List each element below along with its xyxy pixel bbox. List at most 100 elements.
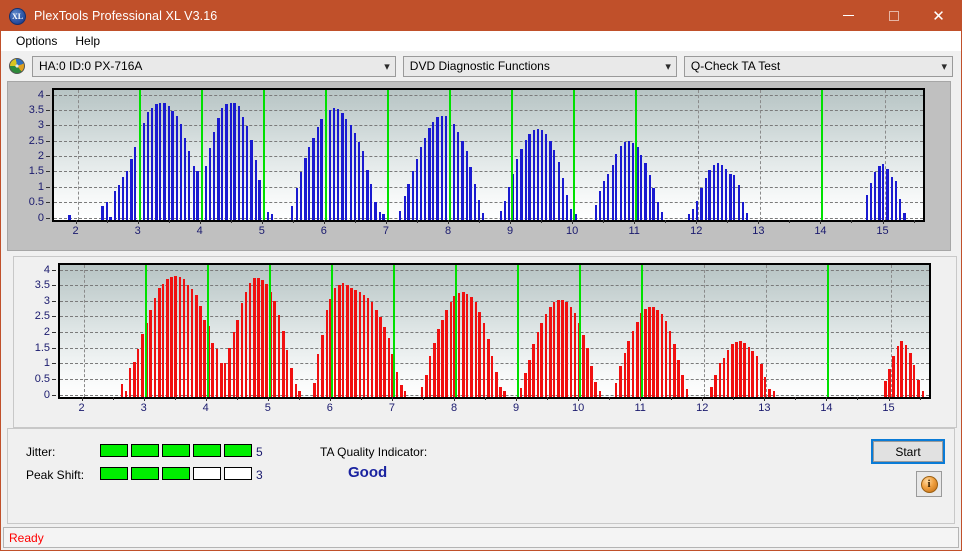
- chart-bar: [155, 103, 158, 220]
- chart-bar: [490, 355, 494, 397]
- chart-bar: [217, 117, 220, 220]
- chart-bar: [917, 379, 920, 397]
- chart-bar: [557, 162, 560, 220]
- function-select[interactable]: DVD Diagnostic Functions ▾: [402, 55, 677, 77]
- chart-bar: [180, 123, 183, 220]
- chart-bar: [382, 213, 385, 220]
- chart-bar: [507, 186, 511, 220]
- x-tick-minor: [789, 220, 791, 223]
- chart-bar: [631, 331, 635, 397]
- x-tick-label: 15: [876, 225, 889, 237]
- chart-bar: [341, 113, 344, 220]
- start-button[interactable]: Start: [871, 439, 945, 464]
- chart-bar: [136, 349, 140, 397]
- test-select[interactable]: Q-Check TA Test ▾: [683, 55, 953, 77]
- chart-bar: [681, 375, 684, 397]
- marker-line: [517, 265, 520, 397]
- chart-bar: [403, 196, 406, 220]
- chart-bar: [524, 140, 527, 220]
- chart-bar: [221, 108, 224, 220]
- chart-bar: [399, 210, 402, 220]
- x-tick-label: 9: [513, 402, 520, 414]
- x-tick-minor: [236, 397, 238, 400]
- chart-bar: [747, 347, 751, 397]
- marker-line: [821, 90, 824, 220]
- chart-bar: [729, 173, 732, 220]
- drive-select[interactable]: HA:0 ID:0 PX-716A ▾: [32, 55, 396, 77]
- chart-bar: [557, 300, 560, 397]
- chart-bar: [623, 142, 627, 220]
- y-tick-label: 1.5: [28, 165, 44, 178]
- chart-bar: [619, 365, 622, 397]
- x-tick: [634, 220, 636, 224]
- chart-bar: [195, 294, 198, 397]
- x-tick: [385, 220, 387, 224]
- marker-line: [206, 265, 209, 397]
- minimize-button[interactable]: [826, 1, 871, 31]
- chart-bar: [503, 200, 506, 220]
- x-tick-label: 6: [320, 225, 327, 237]
- chart-bar: [735, 342, 738, 397]
- chart-bar: [586, 348, 589, 397]
- chart-bar: [660, 314, 664, 397]
- chart-bar: [878, 165, 881, 220]
- chart-bar: [338, 284, 341, 397]
- meter-segment: [162, 444, 190, 457]
- menu-item-options[interactable]: Options: [7, 32, 66, 50]
- chart-bar: [223, 362, 227, 397]
- x-tick-label: 6: [326, 402, 333, 414]
- chart-bar: [242, 116, 245, 220]
- x-tick-label: 8: [444, 225, 452, 237]
- chart-bar: [921, 390, 925, 397]
- test-select-value: Q-Check TA Test: [690, 59, 781, 73]
- chart-bar: [257, 277, 260, 397]
- x-tick: [391, 397, 393, 401]
- x-tick-label: 9: [507, 225, 514, 237]
- chart-bar: [528, 133, 531, 220]
- x-tick-label: 7: [388, 402, 395, 414]
- x-tick-label: 4: [196, 225, 203, 237]
- x-tick-label: 2: [72, 225, 79, 237]
- chart-bar: [487, 338, 490, 397]
- x-tick-minor: [416, 220, 418, 223]
- chart-bar: [294, 383, 298, 397]
- x-tick-label: 5: [258, 225, 265, 237]
- plot-area-upper: [52, 88, 925, 222]
- x-tick-minor: [479, 220, 481, 223]
- chart-bar: [714, 375, 717, 397]
- chevron-down-icon: ▾: [665, 59, 671, 73]
- x-tick-minor: [168, 220, 170, 223]
- chart-bar: [248, 282, 252, 397]
- x-tick: [261, 220, 263, 224]
- y-tick: [46, 171, 50, 173]
- y-tick: [46, 186, 50, 188]
- chart-bar: [590, 365, 593, 397]
- chart-bar: [383, 327, 386, 397]
- chart-bar: [445, 310, 448, 397]
- peak-shift-meter: [100, 467, 252, 480]
- y-tick: [46, 202, 50, 204]
- meter-segment: [131, 467, 159, 480]
- chart-bar: [178, 276, 182, 397]
- chart-bar: [874, 172, 877, 220]
- maximize-button[interactable]: [871, 1, 916, 31]
- menu-item-help[interactable]: Help: [66, 32, 109, 50]
- x-tick-label: 10: [566, 225, 579, 237]
- chart-bar: [182, 279, 186, 397]
- chart-bar: [882, 163, 885, 220]
- chart-bar: [722, 357, 726, 397]
- chart-bar: [465, 294, 469, 397]
- x-tick: [199, 220, 201, 224]
- chart-bar: [718, 363, 722, 397]
- x-tick: [696, 220, 698, 224]
- chart-bar: [354, 289, 357, 397]
- chart-bar: [109, 216, 112, 220]
- close-button[interactable]: ✕: [916, 1, 961, 31]
- close-icon: ✕: [932, 6, 945, 25]
- info-button[interactable]: i: [916, 471, 942, 497]
- chart-bar: [712, 164, 715, 220]
- title-bar: XL PlexTools Professional XL V3.16 ✕: [1, 1, 961, 31]
- chart-bar: [561, 300, 565, 397]
- chart-bar: [482, 322, 486, 397]
- chart-bar: [186, 284, 190, 397]
